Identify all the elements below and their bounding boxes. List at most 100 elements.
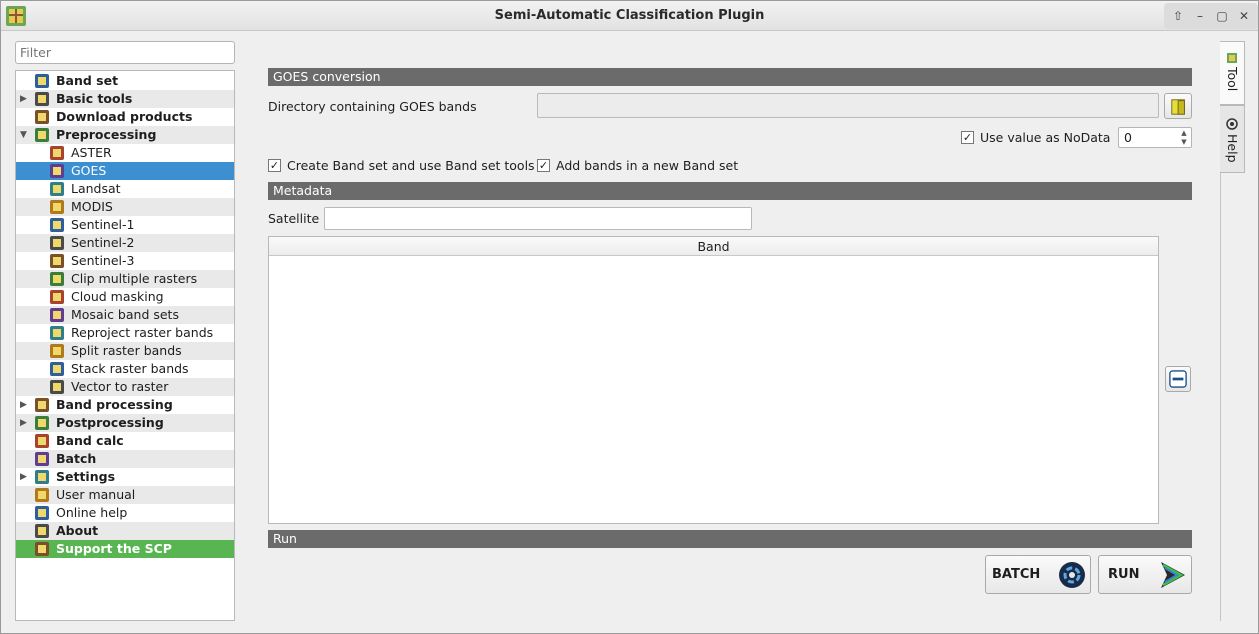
open-directory-button[interactable] [1164, 93, 1192, 119]
reproject-raster-bands-icon [50, 326, 64, 340]
add-bands-checkbox[interactable]: ✓ [537, 159, 550, 172]
tab-help-label: Help [1225, 134, 1240, 163]
run-section-header: Run [268, 530, 1192, 548]
filter-input[interactable] [15, 41, 235, 64]
spin-down-icon[interactable]: ▼ [1179, 138, 1189, 147]
tree-item-vector-to-raster[interactable]: Vector to raster [16, 378, 234, 396]
band-table[interactable]: Band [268, 236, 1159, 524]
add-bands-label: Add bands in a new Band set [556, 158, 739, 173]
batch-icon [1059, 562, 1085, 588]
create-bandset-checkbox[interactable]: ✓ [268, 159, 281, 172]
tree-item-label: ASTER [71, 145, 112, 160]
band-column-header[interactable]: Band [269, 237, 1158, 256]
tree-item-modis[interactable]: MODIS [16, 198, 234, 216]
tab-tool-label: Tool [1225, 67, 1240, 92]
tree-item-label: Clip multiple rasters [71, 271, 198, 286]
tree-item-band-calc[interactable]: Band calc [16, 432, 234, 450]
pin-icon[interactable]: ⇧ [1169, 7, 1187, 25]
tree-item-stack-raster-bands[interactable]: Stack raster bands [16, 360, 234, 378]
tree-item-label: User manual [56, 487, 136, 502]
tree-item-label: Online help [56, 505, 128, 520]
tab-tool[interactable]: Tool [1220, 41, 1245, 105]
batch-label: BATCH [992, 567, 1041, 582]
landsat-icon [50, 182, 64, 196]
tree-item-split-raster-bands[interactable]: Split raster bands [16, 342, 234, 360]
settings-icon [35, 470, 49, 484]
tree-item-basic-tools[interactable]: ▶ Basic tools [16, 90, 234, 108]
nodata-label: Use value as NoData [980, 130, 1111, 145]
basic-tools-icon [35, 92, 49, 106]
directory-field [537, 93, 1159, 118]
tree-item-label: About [56, 523, 99, 538]
help-tab-icon [1226, 118, 1238, 130]
tree-item-sentinel-3[interactable]: Sentinel-3 [16, 252, 234, 270]
directory-label: Directory containing GOES bands [268, 99, 477, 114]
tree-item-cloud-masking[interactable]: Cloud masking [16, 288, 234, 306]
expand-arrow-icon[interactable]: ▶ [20, 90, 30, 108]
goes-icon [50, 164, 64, 178]
nodata-value: 0 [1124, 130, 1132, 145]
batch-button[interactable]: BATCH [985, 555, 1091, 594]
tree-item-about[interactable]: About [16, 522, 234, 540]
tool-tab-icon [1227, 53, 1237, 63]
tree-item-preprocessing[interactable]: ▼ Preprocessing [16, 126, 234, 144]
expand-arrow-icon[interactable]: ▶ [20, 468, 30, 486]
nodata-checkbox[interactable]: ✓ [961, 131, 974, 144]
tree-item-landsat[interactable]: Landsat [16, 180, 234, 198]
metadata-section-header: Metadata [268, 182, 1192, 200]
maximize-icon[interactable]: ▢ [1213, 7, 1231, 25]
spin-up-icon[interactable]: ▲ [1179, 129, 1189, 138]
tree-item-postprocessing[interactable]: ▶ Postprocessing [16, 414, 234, 432]
tool-tree: Band set ▶ Basic tools Download products ▼ Pr… [15, 70, 235, 621]
remove-band-button[interactable] [1165, 366, 1191, 392]
online-help-icon [35, 506, 49, 520]
satellite-input[interactable] [324, 207, 752, 230]
tree-item-goes[interactable]: GOES [16, 162, 234, 180]
tree-item-sentinel-2[interactable]: Sentinel-2 [16, 234, 234, 252]
tree-item-batch[interactable]: Batch [16, 450, 234, 468]
band-calc-icon [35, 434, 49, 448]
support-the-scp-icon [35, 542, 49, 556]
tree-item-label: Band set [56, 73, 119, 88]
tree-item-label: Sentinel-2 [71, 235, 135, 250]
user-manual-icon [35, 488, 49, 502]
tree-item-label: Landsat [71, 181, 121, 196]
tree-item-online-help[interactable]: Online help [16, 504, 234, 522]
window-title: Semi-Automatic Classification Plugin [494, 8, 765, 23]
tree-item-settings[interactable]: ▶ Settings [16, 468, 234, 486]
tree-item-sentinel-1[interactable]: Sentinel-1 [16, 216, 234, 234]
clip-multiple-rasters-icon [50, 272, 64, 286]
tree-item-reproject-raster-bands[interactable]: Reproject raster bands [16, 324, 234, 342]
run-button[interactable]: RUN [1098, 555, 1192, 594]
tree-item-user-manual[interactable]: User manual [16, 486, 234, 504]
expand-arrow-icon[interactable]: ▶ [20, 396, 30, 414]
tree-item-label: Vector to raster [71, 379, 169, 394]
collapse-arrow-icon[interactable]: ▼ [20, 126, 30, 144]
batch-icon [35, 452, 49, 466]
mosaic-band-sets-icon [50, 308, 64, 322]
tree-item-support-the-scp[interactable]: Support the SCP [16, 540, 234, 558]
aster-icon [50, 146, 64, 160]
nodata-value-spinbox[interactable]: 0 ▲ ▼ [1118, 127, 1192, 148]
title-bar: Semi-Automatic Classification Plugin ⇧ –… [1, 1, 1258, 31]
tree-item-clip-multiple-rasters[interactable]: Clip multiple rasters [16, 270, 234, 288]
goes-section-header: GOES conversion [268, 68, 1192, 86]
tree-item-aster[interactable]: ASTER [16, 144, 234, 162]
tree-item-label: Band processing [56, 397, 173, 412]
tree-item-mosaic-band-sets[interactable]: Mosaic band sets [16, 306, 234, 324]
tree-item-label: Mosaic band sets [71, 307, 179, 322]
tree-item-band-set[interactable]: Band set [16, 72, 234, 90]
about-icon [35, 524, 49, 538]
close-icon[interactable]: ✕ [1235, 7, 1253, 25]
vector-to-raster-icon [50, 380, 64, 394]
expand-arrow-icon[interactable]: ▶ [20, 414, 30, 432]
sentinel-3-icon [50, 254, 64, 268]
tree-item-download-products[interactable]: Download products [16, 108, 234, 126]
tree-item-band-processing[interactable]: ▶ Band processing [16, 396, 234, 414]
postprocessing-icon [35, 416, 49, 430]
create-bandset-label: Create Band set and use Band set tools [287, 158, 535, 173]
minimize-icon[interactable]: – [1191, 7, 1209, 25]
band-set-icon [35, 74, 49, 88]
tab-help[interactable]: Help [1220, 105, 1245, 173]
tree-item-label: Sentinel-1 [71, 217, 135, 232]
